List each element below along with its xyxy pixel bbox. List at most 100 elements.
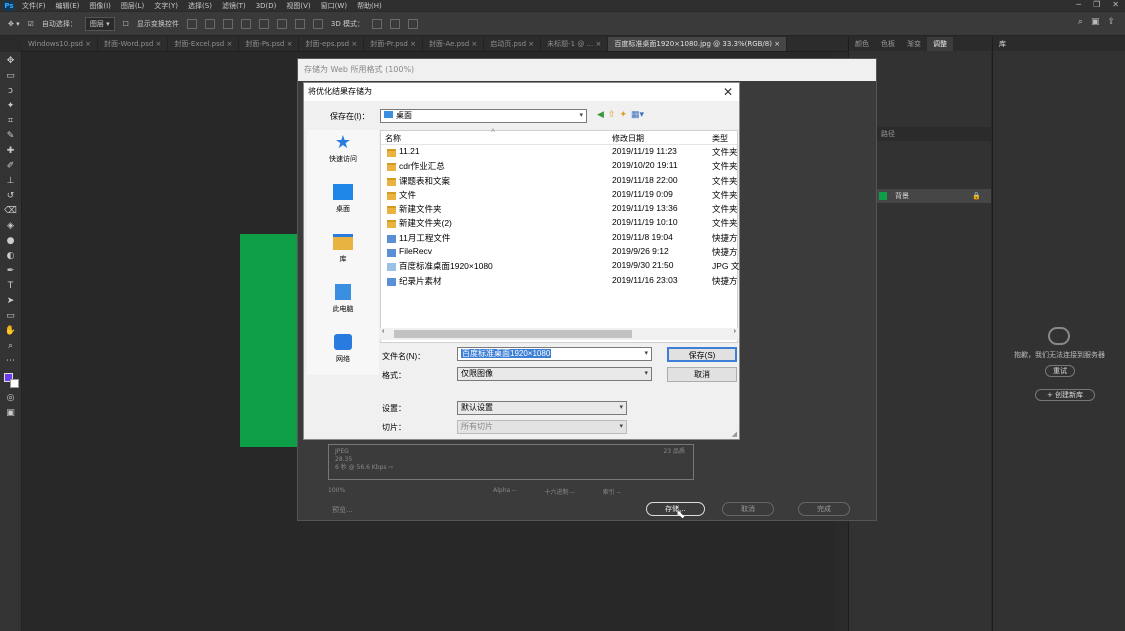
- more-tools-icon[interactable]: ⋯: [4, 356, 18, 367]
- transform-checkbox[interactable]: ☐: [123, 20, 129, 28]
- place-this-pc[interactable]: 此电脑: [307, 280, 379, 330]
- zoom-level[interactable]: 100%: [328, 487, 345, 496]
- file-row[interactable]: FileRecv 2019/9/26 9:12 快捷方: [381, 246, 738, 260]
- file-row[interactable]: 11月工程文件 2019/11/8 19:04 快捷方: [381, 232, 738, 246]
- scroll-thumb[interactable]: [394, 330, 632, 338]
- place-quick-access[interactable]: ★ 快速访问: [307, 130, 379, 180]
- doc-tab[interactable]: 封面-Excel.psd ×: [168, 37, 240, 51]
- doc-tab[interactable]: 未标题-1 @ ... ×: [541, 37, 609, 51]
- distribute-icon[interactable]: [294, 18, 305, 29]
- menu-edit[interactable]: 编辑(E): [56, 1, 80, 11]
- doc-tab[interactable]: 启动页.psd ×: [484, 37, 542, 51]
- sfw-cancel-button[interactable]: 取消: [722, 502, 774, 516]
- menu-image[interactable]: 图像(I): [89, 1, 111, 11]
- align-center-icon[interactable]: [204, 18, 215, 29]
- menu-file[interactable]: 文件(F): [22, 1, 46, 11]
- new-folder-icon[interactable]: ✦: [619, 109, 627, 120]
- tab-swatches[interactable]: 色板: [875, 37, 901, 51]
- file-row[interactable]: 课题表和文案 2019/11/18 22:00 文件夹: [381, 175, 738, 189]
- slide-3d-icon[interactable]: [408, 18, 418, 29]
- place-library[interactable]: 库: [307, 230, 379, 280]
- save-button[interactable]: 保存(S): [667, 347, 737, 362]
- doc-tab-active[interactable]: 百度标准桌面1920×1080.jpg @ 33.3%(RGB/8) ×: [608, 37, 788, 51]
- menu-3d[interactable]: 3D(D): [256, 2, 277, 10]
- lasso-icon[interactable]: ↄ: [4, 86, 18, 97]
- doc-tab[interactable]: 封面-Word.psd ×: [98, 37, 169, 51]
- marquee-icon[interactable]: ▭: [4, 71, 18, 82]
- background-color[interactable]: [9, 379, 19, 388]
- file-row[interactable]: 文件 2019/11/19 0:09 文件夹: [381, 189, 738, 203]
- up-folder-icon[interactable]: ⇧: [608, 109, 616, 120]
- menu-select[interactable]: 选择(S): [188, 1, 212, 11]
- brush-icon[interactable]: ✐: [4, 161, 18, 172]
- search-icon[interactable]: ⌕: [1078, 17, 1083, 27]
- file-row[interactable]: 纪录片素材 2019/11/16 23:03 快捷方: [381, 275, 738, 289]
- bucket-icon[interactable]: ◈: [4, 221, 18, 232]
- quick-mask-icon[interactable]: ◎: [4, 393, 18, 404]
- menu-window[interactable]: 窗口(W): [321, 1, 347, 11]
- move-tool-icon[interactable]: ✥ ▾: [8, 20, 20, 28]
- tab-gradient[interactable]: 渐变: [901, 37, 927, 51]
- minimize-icon[interactable]: ─: [1076, 0, 1081, 9]
- sfw-done-button[interactable]: 完成: [798, 502, 850, 516]
- file-list[interactable]: 名称 修改日期 类型 ˄ 11.21 2019/11/19 11:23 文件夹 cdr…: [380, 128, 739, 343]
- doc-tab[interactable]: Windows10.psd ×: [22, 37, 99, 51]
- file-row[interactable]: 11.21 2019/11/19 11:23 文件夹: [381, 146, 738, 160]
- move-icon[interactable]: ✥: [4, 56, 18, 67]
- tab-color[interactable]: 颜色: [849, 37, 875, 51]
- path-select-icon[interactable]: ➤: [4, 296, 18, 307]
- align-middle-icon[interactable]: [258, 18, 269, 29]
- tab-adjustments[interactable]: 调整: [927, 37, 953, 51]
- dodge-icon[interactable]: ◐: [4, 251, 18, 262]
- format-dropdown[interactable]: 仅限图像 ▾: [457, 367, 652, 381]
- settings-dropdown[interactable]: 默认设置 ▾: [457, 401, 627, 415]
- restore-icon[interactable]: ❐: [1093, 0, 1100, 9]
- menu-filter[interactable]: 滤镜(T): [222, 1, 246, 11]
- menu-layer[interactable]: 图层(L): [121, 1, 144, 11]
- filename-input[interactable]: 百度标准桌面1920×1080 ▾: [457, 347, 652, 361]
- align-top-icon[interactable]: [240, 18, 251, 29]
- screen-mode-icon[interactable]: ▣: [4, 408, 18, 419]
- color-swatches[interactable]: [2, 371, 20, 389]
- workspace-icon[interactable]: ▣: [1091, 17, 1100, 27]
- resize-grip-icon[interactable]: ◢: [732, 430, 737, 438]
- view-menu-icon[interactable]: ▦▾: [631, 109, 644, 120]
- align-right-icon[interactable]: [222, 18, 233, 29]
- stamp-icon[interactable]: ⊥: [4, 176, 18, 187]
- magic-wand-icon[interactable]: ✦: [4, 101, 18, 112]
- col-date-header[interactable]: 修改日期: [612, 133, 644, 144]
- zoom-icon[interactable]: ⌕: [4, 341, 18, 352]
- menu-view[interactable]: 视图(V): [286, 1, 310, 11]
- place-desktop[interactable]: 桌面: [307, 180, 379, 230]
- menu-help[interactable]: 帮助(H): [357, 1, 382, 11]
- align-bottom-icon[interactable]: [276, 18, 287, 29]
- tab-library[interactable]: 库: [993, 37, 1125, 51]
- eraser-icon[interactable]: ⌫: [4, 206, 18, 217]
- create-library-button[interactable]: + 创建新库: [1035, 389, 1095, 401]
- share-icon[interactable]: ⇪: [1107, 17, 1115, 27]
- menu-type[interactable]: 文字(Y): [154, 1, 178, 11]
- doc-tab[interactable]: 封面-Ae.psd ×: [423, 37, 485, 51]
- file-row[interactable]: cdr作业汇总 2019/10/20 19:11 文件夹: [381, 160, 738, 174]
- tab-paths[interactable]: 路径: [875, 127, 901, 141]
- distribute-h-icon[interactable]: [312, 18, 323, 29]
- auto-select-checkbox[interactable]: ☑: [28, 20, 34, 28]
- back-icon[interactable]: ◀: [597, 109, 604, 120]
- doc-tab[interactable]: 封面-Pr.psd ×: [364, 37, 423, 51]
- preview-button[interactable]: 预览...: [332, 505, 353, 515]
- file-row[interactable]: 新建文件夹(2) 2019/11/19 10:10 文件夹: [381, 217, 738, 231]
- blur-icon[interactable]: ●: [4, 236, 18, 247]
- retry-button[interactable]: 重试: [1045, 365, 1075, 377]
- align-left-icon[interactable]: [186, 18, 197, 29]
- close-icon[interactable]: ✕: [723, 85, 733, 99]
- cancel-button[interactable]: 取消: [667, 367, 737, 382]
- auto-select-dropdown[interactable]: 图层 ▾: [84, 16, 115, 31]
- history-brush-icon[interactable]: ↺: [4, 191, 18, 202]
- scroll-left-icon[interactable]: ‹: [382, 328, 384, 335]
- hand-icon[interactable]: ✋: [4, 326, 18, 337]
- shape-icon[interactable]: ▭: [4, 311, 18, 322]
- orbit-3d-icon[interactable]: [372, 18, 382, 29]
- eyedropper-icon[interactable]: ✎: [4, 131, 18, 142]
- file-row[interactable]: 百度标准桌面1920×1080 2019/9/30 21:50 JPG 文: [381, 260, 739, 274]
- col-name-header[interactable]: 名称: [385, 133, 401, 144]
